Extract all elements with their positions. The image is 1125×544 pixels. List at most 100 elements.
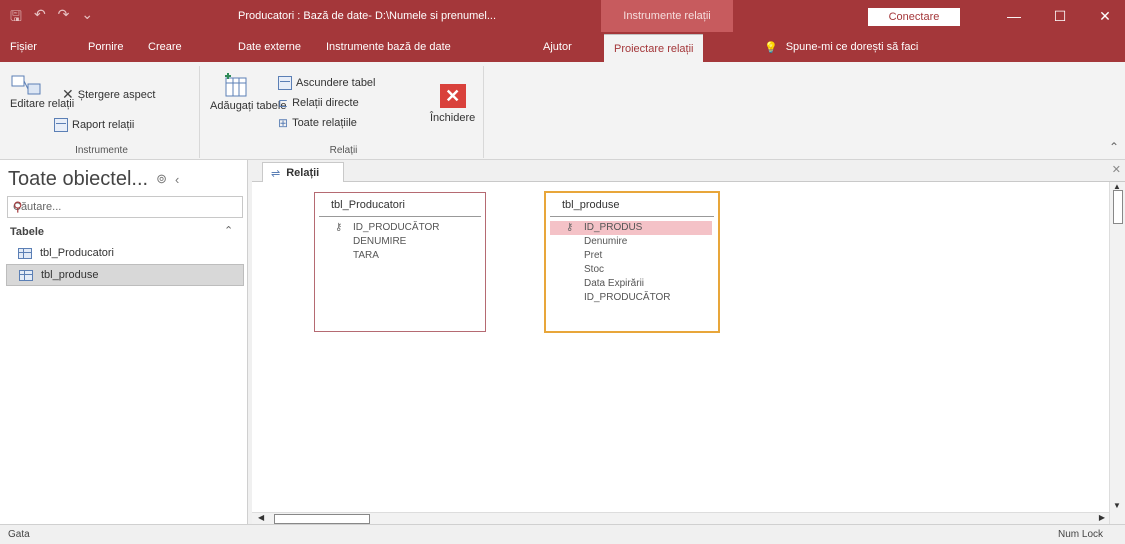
- add-tables-label: Adăugați tabele: [210, 100, 287, 112]
- relationships-tab[interactable]: ⇌ Relații: [262, 162, 344, 183]
- edit-relationships-button[interactable]: Editare relații: [10, 74, 75, 110]
- field-row[interactable]: ID_PRODUCĂTOR: [546, 291, 718, 305]
- group-tools: Editare relații ✕ Ștergere aspect Raport…: [4, 66, 200, 158]
- hide-table-icon: [278, 76, 292, 90]
- table-box-title[interactable]: tbl_Producatori: [319, 193, 481, 217]
- table-box-tbl-producatori[interactable]: tbl_Producatori ⚷ ID_PRODUCĂTOR DENUMIRE …: [314, 192, 486, 332]
- field-row[interactable]: ⚷ ID_PRODUCĂTOR: [315, 221, 485, 235]
- direct-relationships-icon: ⊏: [278, 96, 289, 110]
- lightbulb-icon: 💡: [764, 41, 778, 54]
- all-relationships-button[interactable]: ⊞ Toate relațiile: [278, 116, 357, 130]
- field-row[interactable]: Stoc: [546, 263, 718, 277]
- document-title: Producatori : Bază de date- D:\Numele si…: [238, 10, 497, 22]
- ribbon-tabs: Fișier Pornire Creare Date externe Instr…: [0, 32, 1125, 62]
- tell-me-box[interactable]: 💡 Spune-mi ce dorești să faci: [764, 32, 918, 62]
- close-document-icon[interactable]: ✕: [1112, 163, 1121, 176]
- field-row[interactable]: TARA: [315, 249, 485, 263]
- quick-access-toolbar: 🖫 ↶ ↷ ⌄: [10, 6, 93, 30]
- nav-item-label: tbl_Producatori: [40, 247, 114, 259]
- all-relationships-icon: ⊞: [278, 116, 289, 130]
- collapse-ribbon-icon[interactable]: ⌃: [1109, 140, 1119, 154]
- scroll-left-icon[interactable]: ◀: [258, 513, 264, 522]
- hide-table-label: Ascundere tabel: [296, 77, 376, 89]
- hide-table-button[interactable]: Ascundere tabel: [278, 76, 376, 90]
- nav-item-label: tbl_produse: [41, 269, 99, 281]
- edit-relationships-icon: [11, 75, 41, 95]
- relationship-report-label: Raport relații: [72, 119, 135, 131]
- field-row[interactable]: DENUMIRE: [315, 235, 485, 249]
- undo-icon[interactable]: ↶: [34, 6, 46, 30]
- close-window-button[interactable]: ✕: [1085, 4, 1125, 28]
- num-lock-indicator: Num Lock: [1057, 529, 1103, 540]
- field-row[interactable]: Denumire: [546, 235, 718, 249]
- vertical-scrollbar[interactable]: ▲ ▼: [1109, 182, 1125, 524]
- save-icon[interactable]: 🖫: [10, 6, 22, 30]
- redo-icon[interactable]: ↷: [58, 6, 70, 30]
- clear-layout-button[interactable]: ✕ Ștergere aspect: [62, 86, 155, 103]
- customize-qat-icon[interactable]: ⌄: [81, 6, 93, 30]
- table-box-tbl-produse[interactable]: tbl_produse ⚷ ID_PRODUS Denumire Pret Sto…: [544, 191, 720, 333]
- relationship-icon: ⇌: [271, 167, 281, 180]
- nav-item-tbl-producatori[interactable]: tbl_Producatori: [6, 242, 244, 264]
- field-label: DENUMIRE: [353, 236, 407, 247]
- relationships-canvas[interactable]: tbl_Producatori ⚷ ID_PRODUCĂTOR DENUMIRE …: [252, 182, 1109, 512]
- status-text: Gata: [8, 529, 30, 540]
- title-bar: 🖫 ↶ ↷ ⌄ Producatori : Bază de date- D:\N…: [0, 0, 1125, 32]
- nav-menu-icon[interactable]: ⊚: [156, 171, 167, 187]
- add-tables-button[interactable]: Adăugați tabele: [210, 72, 287, 112]
- context-tab-title: Instrumente relații: [601, 0, 733, 32]
- relationships-tab-label: Relații: [286, 167, 320, 179]
- field-row[interactable]: Pret: [546, 249, 718, 263]
- ribbon: Editare relații ✕ Ștergere aspect Raport…: [0, 62, 1125, 160]
- key-icon: ⚷: [335, 222, 343, 233]
- scroll-right-icon[interactable]: ▶: [1099, 513, 1105, 522]
- report-icon: [54, 118, 68, 132]
- nav-item-tbl-produse[interactable]: tbl_produse: [6, 264, 244, 286]
- direct-relationships-label: Relații directe: [292, 97, 359, 109]
- tab-external-data[interactable]: Date externe: [238, 32, 301, 62]
- connect-button[interactable]: Conectare: [868, 8, 960, 26]
- tab-file[interactable]: Fișier: [10, 32, 37, 62]
- field-label: ID_PRODUCĂTOR: [584, 292, 671, 303]
- category-header[interactable]: Tabele: [10, 226, 44, 238]
- direct-relationships-button[interactable]: ⊏ Relații directe: [278, 96, 359, 110]
- minimize-button[interactable]: —: [994, 4, 1034, 28]
- chevron-up-icon[interactable]: ⌃: [224, 224, 233, 237]
- group-relationships: Adăugați tabele Ascundere tabel ⊏ Relați…: [204, 66, 484, 158]
- collapse-nav-icon[interactable]: ‹: [175, 172, 179, 187]
- vertical-scroll-thumb[interactable]: [1113, 190, 1123, 224]
- field-label: ID_PRODUCĂTOR: [353, 222, 440, 233]
- nav-header[interactable]: Toate obiectel... ⊚ ‹: [8, 164, 246, 194]
- table-icon: [18, 247, 32, 259]
- field-label: TARA: [353, 250, 379, 261]
- field-label: Denumire: [584, 236, 628, 247]
- document-area: ⇌ Relații ✕ tbl_Producatori ⚷ ID_PRODUCĂT…: [252, 160, 1125, 524]
- horizontal-scroll-thumb[interactable]: [274, 514, 370, 524]
- field-row-selected[interactable]: ⚷ ID_PRODUS: [550, 221, 712, 235]
- tab-relationship-design[interactable]: Proiectare relații: [604, 34, 704, 62]
- close-relationships-button[interactable]: ✕ Închidere: [430, 84, 475, 124]
- relationship-report-button[interactable]: Raport relații: [54, 118, 134, 132]
- document-tabstrip: ⇌ Relații ✕: [252, 160, 1125, 183]
- field-label: Pret: [584, 250, 603, 261]
- clear-icon: ✕: [62, 86, 74, 102]
- horizontal-scrollbar[interactable]: ◀ ▶: [252, 512, 1109, 524]
- search-icon[interactable]: ⚲: [13, 199, 237, 215]
- edit-relationships-label: Editare relații: [10, 98, 75, 110]
- close-icon: ✕: [439, 84, 466, 108]
- table-icon: [19, 269, 33, 281]
- table-box-title[interactable]: tbl_produse: [550, 193, 714, 217]
- add-table-icon: [225, 73, 247, 97]
- all-relationships-label: Toate relațiile: [292, 117, 357, 129]
- tab-database-tools[interactable]: Instrumente bază de date: [326, 32, 451, 62]
- scroll-down-icon[interactable]: ▼: [1113, 501, 1121, 510]
- field-label: Data Expirării: [584, 278, 645, 289]
- key-icon: ⚷: [566, 222, 574, 233]
- tab-home[interactable]: Pornire: [88, 32, 123, 62]
- tab-help[interactable]: Ajutor: [543, 32, 572, 62]
- maximize-button[interactable]: ☐: [1040, 4, 1080, 28]
- status-bar: Gata Num Lock: [0, 524, 1125, 544]
- search-input[interactable]: Căutare... ⚲: [7, 196, 243, 218]
- tab-create[interactable]: Creare: [148, 32, 182, 62]
- field-row[interactable]: Data Expirării: [546, 277, 718, 291]
